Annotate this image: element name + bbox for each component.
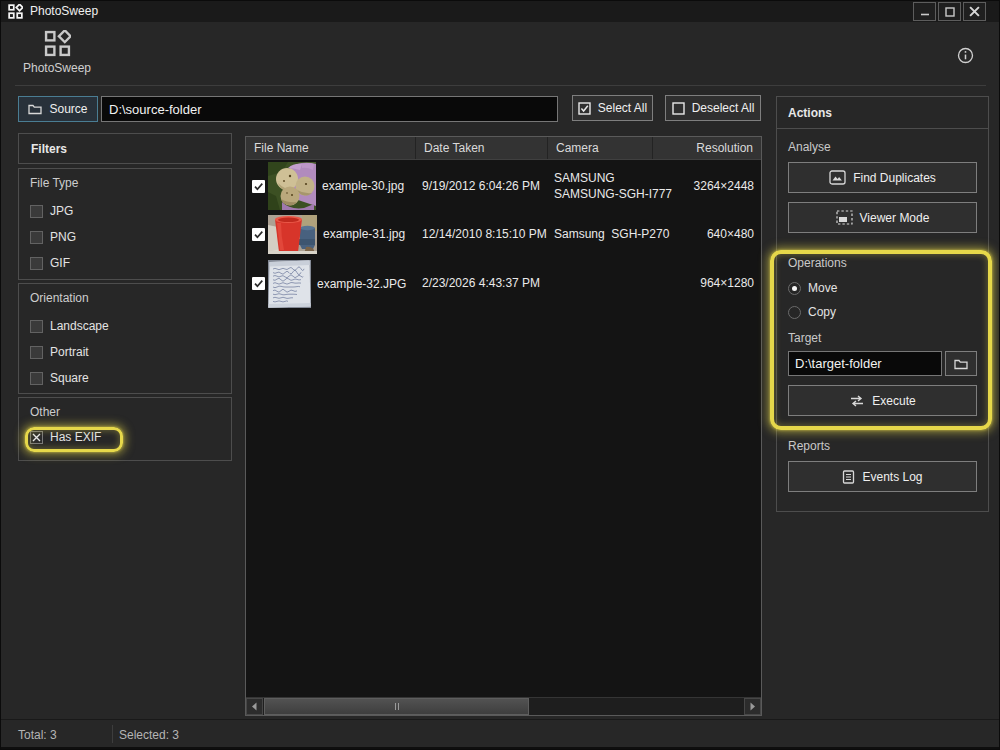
date-taken: 12/14/2010 8:15:10 PM — [416, 226, 548, 242]
filter-has-exif[interactable]: Has EXIF — [30, 424, 220, 450]
col-date-taken[interactable]: Date Taken — [416, 137, 548, 159]
status-separator — [112, 725, 113, 743]
checkbox-has-exif[interactable] — [30, 431, 43, 444]
actions-title: Actions — [777, 97, 988, 129]
row-checkbox[interactable] — [252, 180, 265, 193]
move-radio-row[interactable]: Move — [788, 276, 977, 300]
file-type-label: File Type — [30, 176, 220, 190]
col-camera[interactable]: Camera — [548, 137, 653, 159]
picture-icon — [829, 170, 846, 185]
file-name: example-31.jpg — [323, 227, 405, 241]
status-selected: Selected: 3 — [119, 728, 179, 742]
header-divider — [15, 85, 986, 86]
camera: SAMSUNG SAMSUNG-SGH-I777 — [548, 170, 653, 202]
copy-radio[interactable] — [788, 306, 801, 319]
date-taken: 2/23/2026 4:43:37 PM — [416, 275, 548, 291]
horizontal-scrollbar[interactable] — [246, 697, 761, 715]
red-cup-photo — [268, 215, 317, 254]
file-table: File Name Date Taken Camera Resolution — [245, 136, 762, 716]
execute-button[interactable]: Execute — [788, 385, 977, 416]
fruits-in-hand-photo — [268, 162, 316, 210]
camera: Samsung SGH-P270 — [548, 226, 653, 242]
select-all-button[interactable]: Select All — [572, 95, 653, 121]
checkbox-gif[interactable] — [30, 257, 43, 270]
table-header: File Name Date Taken Camera Resolution — [246, 137, 761, 160]
row-checkbox[interactable] — [252, 228, 265, 241]
minimize-button[interactable] — [913, 2, 936, 21]
source-path-input[interactable] — [101, 96, 558, 122]
actions-panel: Actions Analyse Find Duplicates Viewer M… — [776, 96, 989, 512]
other-label: Other — [30, 405, 220, 419]
window-title: PhotoSweep — [30, 4, 98, 18]
status-total: Total: 3 — [18, 728, 57, 742]
checkbox-portrait[interactable] — [30, 346, 43, 359]
filters-panel-title: Filters — [18, 133, 232, 164]
date-taken: 9/19/2012 6:04:26 PM — [416, 178, 548, 194]
app-icon — [8, 4, 23, 19]
deselect-all-button[interactable]: Deselect All — [665, 95, 761, 121]
filter-landscape[interactable]: Landscape — [30, 313, 220, 339]
status-bar: Total: 3 Selected: 3 — [0, 719, 1000, 750]
resolution: 3264×2448 — [653, 178, 761, 194]
filter-png[interactable]: PNG — [30, 224, 220, 250]
checkbox-square[interactable] — [30, 372, 43, 385]
copy-radio-row[interactable]: Copy — [788, 300, 977, 324]
folder-icon — [28, 103, 42, 115]
events-log-button[interactable]: Events Log — [788, 461, 977, 492]
swap-arrows-icon — [849, 395, 865, 407]
target-label: Target — [788, 331, 977, 345]
filter-square[interactable]: Square — [30, 365, 220, 391]
photosweep-logo-icon — [44, 30, 71, 57]
target-browse-button[interactable] — [945, 351, 977, 376]
table-row[interactable]: example-32.JPG 2/23/2026 4:43:37 PM 964×… — [246, 256, 761, 311]
file-name: example-32.JPG — [317, 277, 406, 291]
filter-portrait[interactable]: Portrait — [30, 339, 220, 365]
viewer-icon — [836, 210, 853, 225]
handwritten-note-photo — [268, 260, 311, 308]
title-bar: PhotoSweep — [0, 0, 1000, 22]
viewer-mode-button[interactable]: Viewer Mode — [788, 202, 977, 233]
col-file-name[interactable]: File Name — [246, 137, 416, 159]
info-icon[interactable] — [957, 47, 974, 64]
file-name: example-30.jpg — [322, 179, 404, 193]
row-checkbox[interactable] — [252, 277, 265, 290]
scrollbar-thumb[interactable] — [264, 698, 529, 715]
app-header: PhotoSweep — [0, 22, 1000, 86]
maximize-button[interactable] — [938, 2, 961, 21]
app-logo-block: PhotoSweep — [20, 30, 94, 75]
unchecked-box-icon — [672, 102, 685, 115]
scroll-left-button[interactable] — [246, 698, 263, 715]
table-row[interactable]: example-31.jpg 12/14/2010 8:15:10 PM Sam… — [246, 212, 761, 256]
filter-group-file-type: File Type JPG PNG GIF — [18, 168, 232, 280]
target-path-input[interactable] — [788, 351, 942, 376]
filter-group-other: Other Has EXIF — [18, 397, 232, 461]
checkbox-jpg[interactable] — [30, 205, 43, 218]
filter-gif[interactable]: GIF — [30, 250, 220, 276]
checked-box-icon — [578, 102, 591, 115]
orientation-label: Orientation — [30, 291, 220, 305]
table-row[interactable]: example-30.jpg 9/19/2012 6:04:26 PM SAMS… — [246, 160, 761, 212]
filter-group-orientation: Orientation Landscape Portrait Square — [18, 283, 232, 394]
move-radio[interactable] — [788, 282, 801, 295]
col-resolution[interactable]: Resolution — [653, 137, 761, 159]
checkbox-landscape[interactable] — [30, 320, 43, 333]
find-duplicates-button[interactable]: Find Duplicates — [788, 162, 977, 193]
resolution: 640×480 — [653, 226, 761, 242]
reports-label: Reports — [788, 439, 977, 453]
scroll-right-button[interactable] — [744, 698, 761, 715]
checkbox-png[interactable] — [30, 231, 43, 244]
source-button[interactable]: Source — [18, 96, 98, 122]
filter-jpg[interactable]: JPG — [30, 198, 220, 224]
document-icon — [842, 470, 855, 484]
folder-icon — [954, 358, 968, 370]
analyse-label: Analyse — [788, 140, 977, 154]
resolution: 964×1280 — [653, 275, 761, 291]
close-button[interactable] — [963, 2, 986, 21]
operations-label: Operations — [788, 256, 977, 270]
app-name-label: PhotoSweep — [23, 61, 91, 75]
